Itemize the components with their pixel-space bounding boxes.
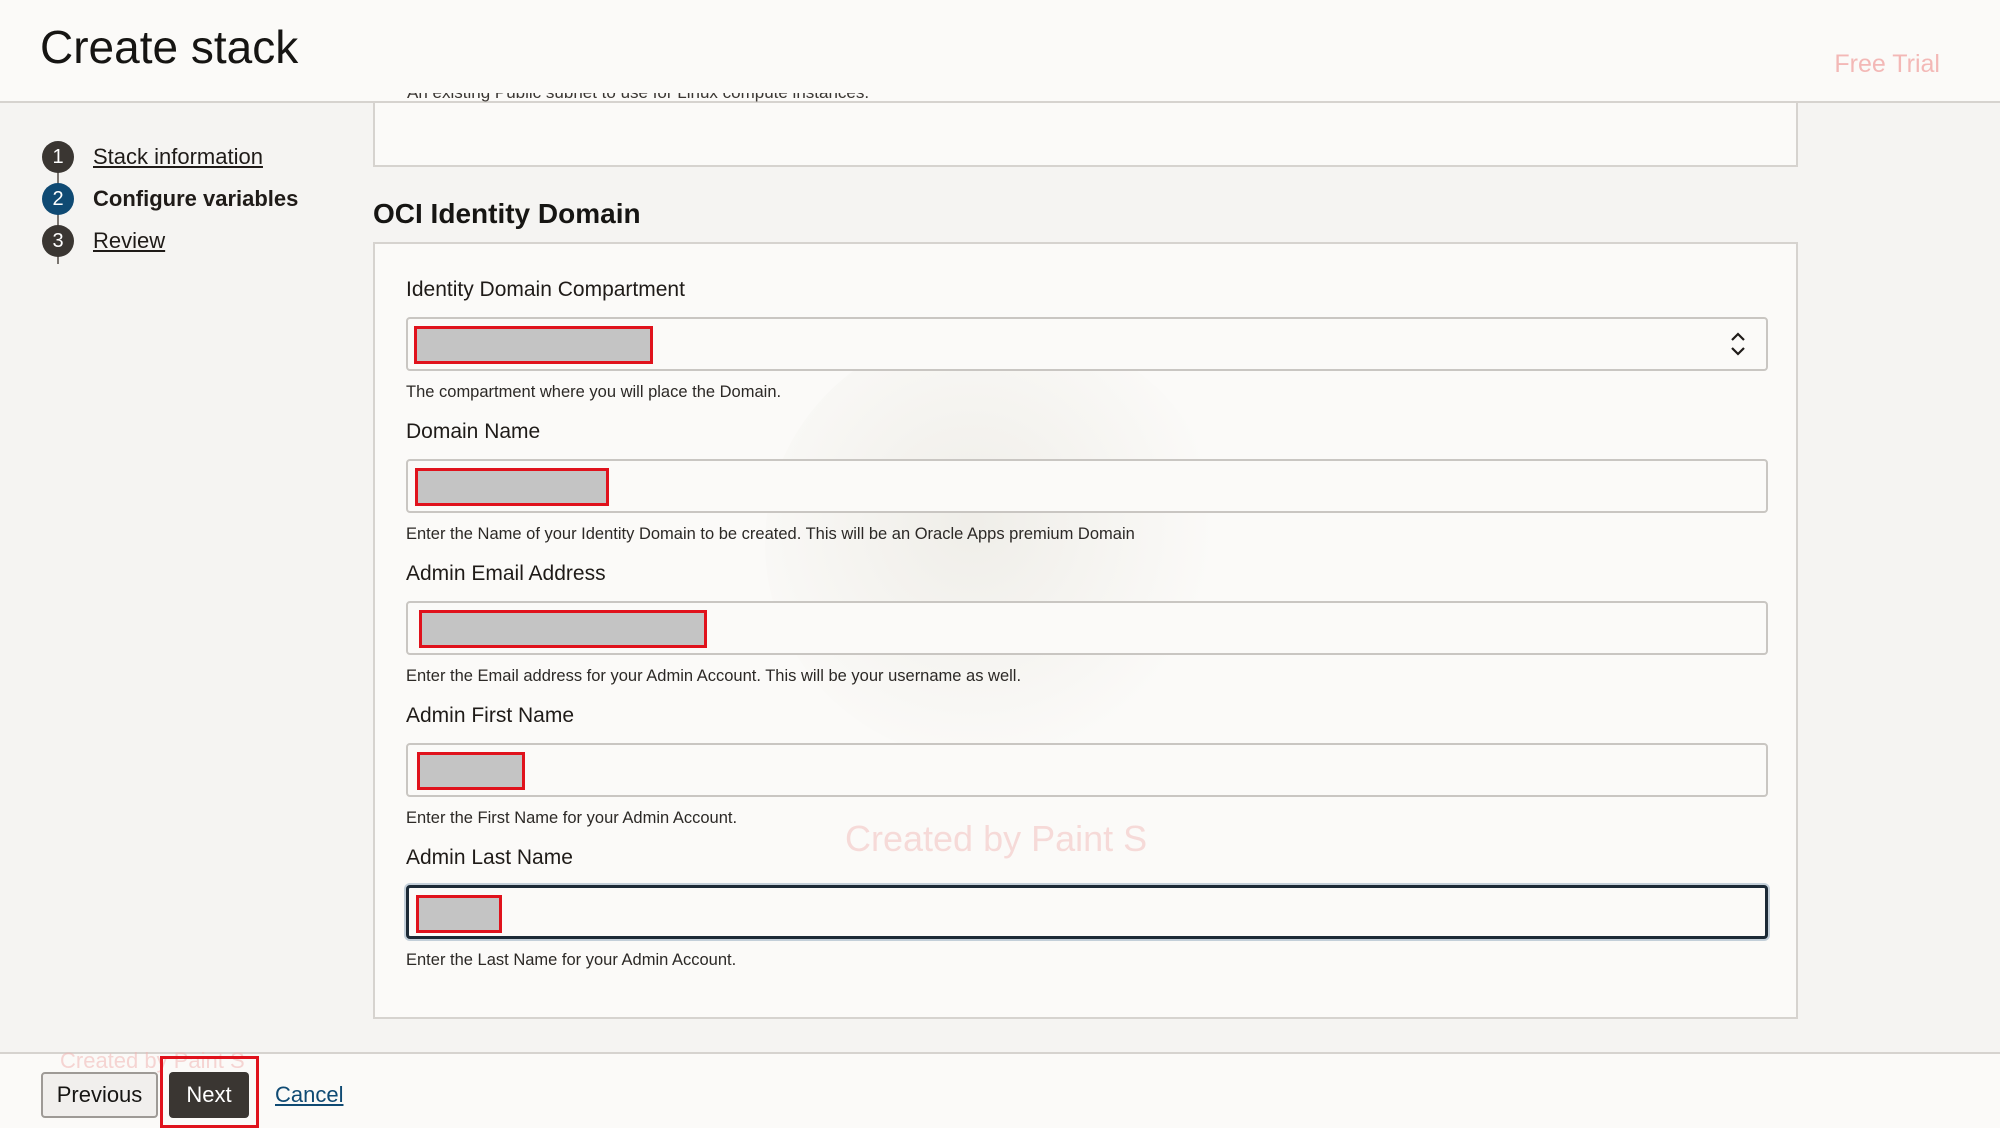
field-label: Admin First Name — [406, 704, 575, 727]
previous-field-help: An existing Public subnet to use for Lin… — [407, 93, 869, 103]
redacted-value — [416, 895, 502, 933]
admin-email-input[interactable] — [406, 601, 1768, 655]
chevron-up-down-icon — [1731, 332, 1745, 356]
step-number: 1 — [42, 141, 74, 173]
step-label[interactable]: Stack information — [93, 144, 263, 170]
compartment-select[interactable] — [406, 317, 1768, 371]
admin-last-name-input[interactable] — [406, 885, 1768, 939]
field-admin-last-name: Admin Last Name Enter the Last Name for … — [406, 846, 1768, 970]
next-button[interactable]: Next — [169, 1072, 249, 1118]
previous-button[interactable]: Previous — [41, 1072, 158, 1118]
wizard-footer: Created by Paint S Previous Next Cancel — [0, 1048, 2000, 1128]
field-label: Identity Domain Compartment — [406, 278, 685, 301]
page-title: Create stack — [40, 21, 299, 73]
previous-section-panel: An existing Public subnet to use for Lin… — [373, 93, 1798, 167]
redacted-value — [419, 610, 707, 648]
field-help: Enter the First Name for your Admin Acco… — [406, 809, 738, 827]
field-admin-first-name: Admin First Name Enter the First Name fo… — [406, 704, 1768, 828]
step-label[interactable]: Review — [93, 228, 165, 254]
redacted-value — [417, 752, 525, 790]
identity-domain-panel: Created by Paint S Identity Domain Compa… — [373, 242, 1798, 1019]
redacted-value — [414, 326, 653, 364]
step-review[interactable]: 3 Review — [42, 220, 298, 262]
domain-name-input[interactable] — [406, 459, 1768, 513]
step-configure-variables: 2 Configure variables — [42, 178, 299, 264]
cancel-link[interactable]: Cancel — [275, 1082, 343, 1108]
field-help: Enter the Name of your Identity Domain t… — [406, 525, 1135, 543]
field-help: The compartment where you will place the… — [406, 383, 782, 401]
field-help: Enter the Last Name for your Admin Accou… — [406, 951, 737, 969]
step-label: Configure variables — [93, 186, 299, 211]
page-header: Create stack Free Trial — [0, 0, 2000, 103]
step-number: 2 — [42, 183, 74, 215]
field-domain-name: Domain Name Enter the Name of your Ident… — [406, 420, 1768, 544]
field-admin-email: Admin Email Address Enter the Email addr… — [406, 562, 1768, 686]
field-help: Enter the Email address for your Admin A… — [406, 667, 1022, 685]
step-stack-information[interactable]: 1 Stack information — [42, 136, 298, 222]
redacted-value — [415, 468, 609, 506]
wizard-steps: 1 Stack information 2 Configure variable… — [42, 136, 299, 264]
field-identity-domain-compartment: Identity Domain Compartment The compartm… — [406, 278, 1768, 402]
field-label: Admin Email Address — [406, 562, 606, 585]
field-label: Admin Last Name — [406, 846, 573, 869]
field-label: Domain Name — [406, 420, 541, 443]
step-number: 3 — [42, 225, 74, 257]
free-trial-link[interactable]: Free Trial — [1834, 50, 1940, 79]
admin-first-name-input[interactable] — [406, 743, 1768, 797]
section-title: OCI Identity Domain — [373, 198, 641, 229]
